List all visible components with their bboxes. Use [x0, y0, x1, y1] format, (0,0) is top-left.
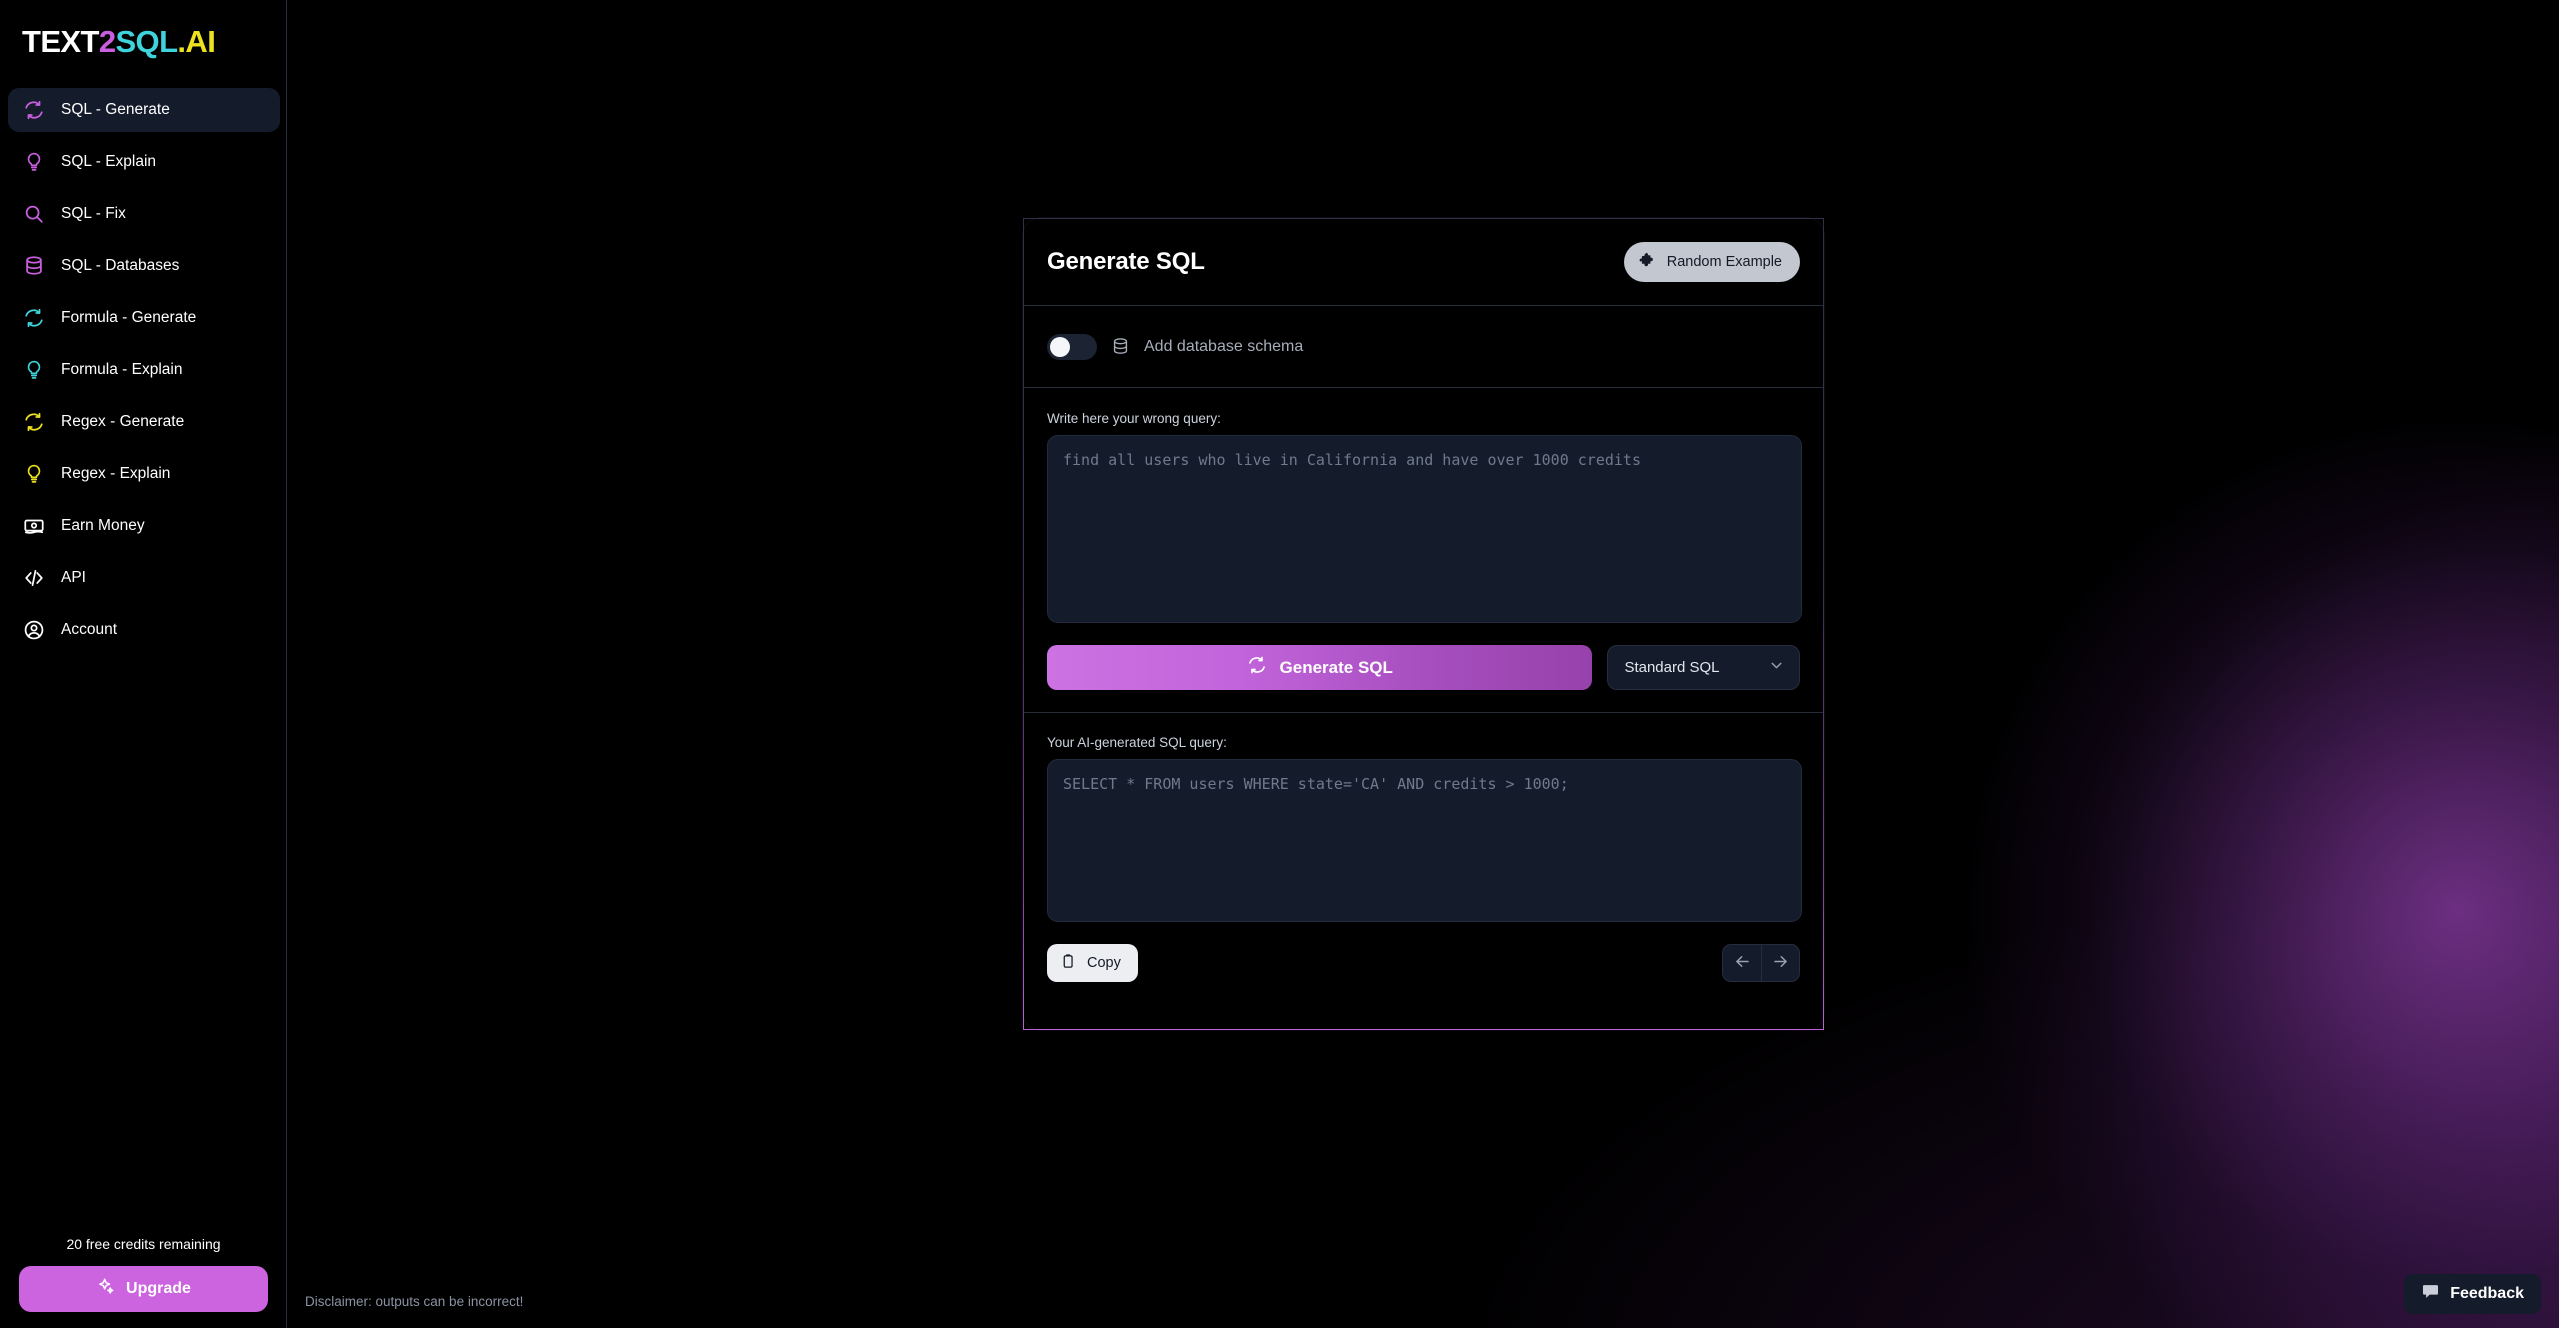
random-example-button[interactable]: Random Example	[1623, 242, 1800, 282]
refresh-icon	[22, 98, 46, 122]
card-footer: Copy	[1047, 944, 1800, 982]
query-input-textarea[interactable]	[1047, 435, 1802, 623]
sidebar-item-api[interactable]: API	[8, 556, 280, 600]
sidebar-item-label: Formula - Explain	[61, 361, 183, 378]
output-field-label: Your AI-generated SQL query:	[1047, 735, 1227, 750]
sql-dialect-value: Standard SQL	[1624, 659, 1720, 676]
user-icon	[22, 618, 46, 642]
chat-bubble-icon	[2421, 1282, 2440, 1306]
section-divider	[1024, 712, 1823, 713]
sidebar-item-label: Regex - Explain	[61, 465, 171, 482]
upgrade-button-label: Upgrade	[126, 1280, 191, 1297]
sidebar-item-sql-explain[interactable]: SQL - Explain	[8, 140, 280, 184]
sql-dialect-select[interactable]: Standard SQL	[1607, 645, 1800, 690]
sidebar-item-sql-generate[interactable]: SQL - Generate	[8, 88, 280, 132]
input-field-label: Write here your wrong query:	[1047, 411, 1221, 426]
copy-button-label: Copy	[1087, 955, 1121, 971]
bulb-icon	[22, 150, 46, 174]
credits-remaining-text: 20 free credits remaining	[66, 1236, 221, 1252]
feedback-button[interactable]: Feedback	[2404, 1274, 2541, 1314]
card-body: Write here your wrong query: Generate SQ…	[1024, 388, 1823, 1005]
next-example-button[interactable]	[1761, 945, 1799, 981]
search-icon	[22, 202, 46, 226]
code-icon	[22, 566, 46, 590]
sidebar-item-regex-generate[interactable]: Regex - Generate	[8, 400, 280, 444]
example-navigation	[1722, 944, 1800, 982]
schema-toggle-row: Add database schema	[1024, 306, 1823, 388]
generate-sql-card: Generate SQL Random Example Add database…	[1023, 218, 1824, 1030]
logo-text-part4: .AI	[177, 24, 216, 59]
toggle-knob	[1050, 336, 1070, 357]
card-header: Generate SQL Random Example	[1024, 219, 1823, 306]
sidebar-item-sql-fix[interactable]: SQL - Fix	[8, 192, 280, 236]
action-row: Generate SQL Standard SQL	[1047, 645, 1800, 690]
add-schema-label: Add database schema	[1144, 337, 1304, 355]
previous-example-button[interactable]	[1723, 945, 1761, 981]
database-icon	[22, 254, 46, 278]
upgrade-button[interactable]: Upgrade	[19, 1266, 268, 1312]
sidebar-item-label: SQL - Explain	[61, 153, 157, 170]
sidebar-item-account[interactable]: Account	[8, 608, 280, 652]
sidebar: TEXT2SQL.AI SQL - Generate SQL - Explain S…	[0, 0, 287, 1328]
sidebar-item-label: Formula - Generate	[61, 309, 197, 326]
sidebar-item-earn-money[interactable]: Earn Money	[8, 504, 280, 548]
bulb-icon	[22, 358, 46, 382]
app-root: TEXT2SQL.AI SQL - Generate SQL - Explain S…	[0, 0, 2559, 1328]
sidebar-item-label: SQL - Fix	[61, 205, 126, 222]
sidebar-item-label: SQL - Databases	[61, 257, 180, 274]
database-icon	[1111, 337, 1130, 356]
page-title: Generate SQL	[1047, 248, 1205, 275]
refresh-icon	[22, 306, 46, 330]
sidebar-nav: SQL - Generate SQL - Explain SQL - Fix SQL …	[8, 88, 280, 660]
sidebar-item-regex-explain[interactable]: Regex - Explain	[8, 452, 280, 496]
sidebar-item-label: Earn Money	[61, 517, 145, 534]
money-icon	[22, 514, 46, 538]
sidebar-item-formula-generate[interactable]: Formula - Generate	[8, 296, 280, 340]
arrow-right-icon	[1771, 952, 1790, 974]
disclaimer-text: Disclaimer: outputs can be incorrect!	[305, 1294, 524, 1309]
generate-sql-button[interactable]: Generate SQL	[1047, 645, 1593, 690]
sidebar-item-label: SQL - Generate	[61, 101, 170, 118]
arrow-left-icon	[1733, 952, 1752, 974]
bulb-icon	[22, 462, 46, 486]
copy-button[interactable]: Copy	[1047, 944, 1138, 982]
logo-text-part2: 2	[98, 24, 116, 59]
sidebar-item-label: Account	[61, 621, 118, 638]
add-schema-toggle[interactable]	[1047, 333, 1097, 360]
clipboard-icon	[1060, 953, 1077, 974]
random-example-label: Random Example	[1666, 254, 1782, 270]
logo-text-part1: TEXT	[22, 24, 99, 59]
chevron-down-icon	[1768, 657, 1785, 678]
generate-sql-label: Generate SQL	[1279, 657, 1393, 677]
sidebar-item-label: API	[61, 569, 86, 586]
sidebar-item-sql-databases[interactable]: SQL - Databases	[8, 244, 280, 288]
generated-sql-textarea[interactable]	[1047, 759, 1802, 922]
refresh-icon	[22, 410, 46, 434]
sidebar-item-label: Regex - Generate	[61, 413, 185, 430]
sidebar-item-formula-explain[interactable]: Formula - Explain	[8, 348, 280, 392]
feedback-button-label: Feedback	[2450, 1285, 2524, 1302]
sparkles-icon	[96, 1277, 115, 1301]
app-logo[interactable]: TEXT2SQL.AI	[22, 24, 216, 60]
logo-text-part3: SQL	[115, 24, 178, 59]
refresh-icon	[1247, 655, 1267, 680]
puzzle-icon	[1638, 251, 1657, 274]
